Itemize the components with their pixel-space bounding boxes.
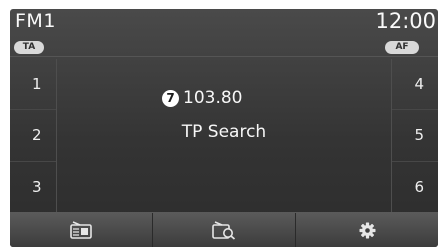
- station-info: 7 103.80 TP Search: [57, 59, 391, 212]
- radio-list-icon: [70, 221, 92, 239]
- band-label: FM1: [15, 10, 56, 32]
- radio-search-icon: [212, 220, 236, 240]
- af-toggle[interactable]: AF: [385, 41, 419, 54]
- radio-screen: FM1 12:00 TA AF 1 2 3 7 103.80 TP Search…: [10, 9, 438, 247]
- preset-6-button[interactable]: 6: [392, 162, 438, 212]
- radio-list-button[interactable]: [10, 213, 153, 247]
- ta-toggle[interactable]: TA: [14, 41, 44, 54]
- status-text: TP Search: [181, 122, 267, 142]
- frequency-row: 7 103.80: [162, 88, 242, 108]
- preset-1-button[interactable]: 1: [10, 59, 56, 111]
- gear-icon: [359, 222, 375, 238]
- header-divider: [10, 56, 438, 57]
- bottom-toolbar: [10, 212, 438, 247]
- frequency-display: 103.80: [183, 88, 243, 108]
- preset-4-button[interactable]: 4: [392, 59, 438, 111]
- callout-marker: 7: [162, 89, 179, 107]
- settings-button[interactable]: [296, 213, 438, 247]
- presets-left: 1 2 3: [10, 59, 57, 212]
- preset-2-button[interactable]: 2: [10, 110, 56, 162]
- clock: 12:00: [375, 9, 436, 33]
- radio-search-button[interactable]: [153, 213, 296, 247]
- preset-3-button[interactable]: 3: [10, 162, 56, 212]
- preset-5-button[interactable]: 5: [392, 110, 438, 162]
- presets-right: 4 5 6: [391, 59, 438, 212]
